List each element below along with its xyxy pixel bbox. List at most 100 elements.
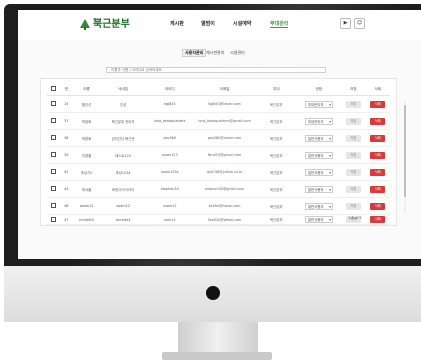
table-row: 47 Imrafet3 Imrafet3 sam13 Sse034@gmail.… [47, 214, 390, 225]
row-checkbox-cell[interactable] [47, 146, 60, 164]
cell-number: 39 [59, 146, 74, 164]
role-select[interactable]: 일반사용자 [304, 216, 333, 223]
row-checkbox-cell[interactable] [47, 197, 60, 215]
row-checkbox[interactable] [50, 101, 56, 106]
search-input[interactable] [106, 67, 326, 73]
table-row: 42 조상기2 조상1234 soam1234 jlp0748@yahoo.co… [47, 163, 390, 181]
row-checkbox[interactable] [50, 186, 56, 191]
save-button[interactable]: 저장 [345, 202, 361, 210]
role-select[interactable]: 일반사용자 [304, 168, 333, 176]
cell-delete: 삭제 [365, 197, 390, 215]
row-checkbox[interactable] [50, 216, 56, 222]
tab-facility-management[interactable]: 시설관리 [230, 50, 245, 56]
delete-button[interactable]: 삭제 [370, 216, 386, 223]
monitor-stand-base [162, 352, 272, 360]
role-select[interactable]: 일반사용자 [304, 151, 333, 159]
screen: KMSS 북근분부 게시판 앨범이 시설예약 부대관리 ▶ ☺ 사용자관리 게시… [18, 10, 421, 259]
table-scrollbar-thumb[interactable] [404, 105, 406, 197]
role-select[interactable]: 일반사용자 [304, 134, 333, 142]
cell-id: soam123 [146, 146, 194, 164]
cell-id: soam1234 [146, 163, 194, 181]
cell-number: 15 [59, 95, 74, 113]
nav-board[interactable]: 게시판 [170, 20, 184, 27]
cell-role: 일반사용자 [296, 197, 342, 215]
nav-unit-management[interactable]: 부대관리 [270, 20, 289, 28]
row-checkbox[interactable] [50, 135, 56, 140]
row-checkbox[interactable] [50, 169, 56, 174]
table-row: 43 최서율 버턴이이이이이 elephon30 elephon30@gmail… [47, 180, 390, 198]
delete-button[interactable]: 삭제 [370, 185, 386, 193]
row-checkbox-cell[interactable] [47, 214, 60, 225]
row-checkbox-cell[interactable] [47, 95, 60, 113]
cell-email: kgj843@naver.com [193, 95, 256, 113]
row-checkbox[interactable] [50, 118, 56, 123]
delete-button[interactable]: 삭제 [370, 100, 386, 108]
save-button[interactable]: 저장 [345, 100, 361, 108]
row-checkbox-cell[interactable] [47, 180, 60, 198]
save-button[interactable]: 저장 [345, 168, 361, 176]
delete-button[interactable]: 삭제 [370, 151, 386, 159]
cell-delete: 삭제 [365, 129, 390, 147]
user-table-card: 번 이름 닉네임 아이디 이메일 부대 권한 저장 삭제 15 황인선 인성 k… [40, 78, 406, 226]
tab-user-management[interactable]: 사용자관리 [182, 49, 207, 57]
cell-delete: 삭제 [365, 163, 390, 181]
role-select[interactable]: 부대관리자 [304, 100, 333, 108]
row-checkbox-cell[interactable] [47, 112, 60, 130]
cell-unit: 북근분부 [256, 214, 297, 225]
cell-role: 부대관리자 [296, 95, 342, 113]
cell-role: 부대관리자 [296, 112, 342, 130]
row-checkbox-cell[interactable] [47, 129, 60, 147]
save-button[interactable]: 저장 [345, 151, 361, 159]
select-all-checkbox[interactable] [50, 86, 56, 91]
column-header-role: 권한 [296, 83, 342, 96]
cell-email: pso380@naver.com [193, 129, 256, 147]
delete-button[interactable]: 삭제 [370, 117, 386, 125]
cell-email: elephon30@gmail.com [193, 180, 256, 198]
cell-email: kkhfm@naver.com [193, 197, 256, 215]
column-header-id: 아이디 [146, 83, 194, 96]
cell-delete: 삭제 [365, 180, 390, 198]
cell-role: 일반사용자 [296, 180, 342, 198]
table-row: 46 soam12 soam12 soam12 kkhfm@naver.com … [47, 197, 390, 215]
delete-button[interactable]: 삭제 [370, 134, 386, 142]
save-button[interactable]: 저장 [345, 185, 361, 193]
logo[interactable]: KMSS 북근분부 [80, 17, 130, 30]
row-checkbox[interactable] [50, 152, 56, 157]
nav-facility-reservation[interactable]: 시설예약 [233, 20, 251, 27]
cell-email: ivna_keadquarters@gmail.com [193, 112, 256, 130]
save-button[interactable]: 저장 [345, 117, 361, 125]
tab-board-management[interactable]: 게시판관리 [206, 50, 224, 56]
table-row: 15 황인선 인성 kgj843 kgj843@naver.com 북근분부 부… [47, 95, 390, 113]
nav-album[interactable]: 앨범이 [201, 20, 215, 27]
cell-save: 저장 [341, 180, 366, 198]
delete-button[interactable]: 삭제 [370, 202, 386, 210]
cell-unit: 북근분부 [256, 146, 297, 164]
row-checkbox-cell[interactable] [47, 163, 60, 181]
row-checkbox[interactable] [50, 203, 56, 208]
cell-delete: 삭제 [365, 112, 390, 130]
role-select[interactable]: 부대관리자 [304, 117, 333, 125]
cell-id: ivna_keadquarters [146, 112, 194, 130]
role-select[interactable]: 일반사용자 [304, 202, 333, 210]
arrow-right-icon[interactable]: ▶ [340, 18, 351, 29]
table-row: 39 지경룡 테스트123 soam123 Nm023@gmail.com 북근… [47, 146, 390, 164]
save-button[interactable]: 저장 [345, 134, 361, 142]
cell-nickname: 성지선다 북근관 [99, 129, 147, 147]
cell-name: 지경룡 [73, 146, 100, 164]
cell-email: Sse034@gmail.com [193, 214, 256, 225]
cell-unit: 북근분부 [256, 180, 297, 198]
chevron-right-icon[interactable]: › [385, 215, 387, 221]
delete-button[interactable]: 삭제 [370, 168, 386, 176]
chevron-left-icon[interactable]: ‹ [375, 215, 377, 221]
cell-role: 일반사용자 [296, 129, 342, 147]
cell-unit: 북근분부 [256, 163, 297, 181]
user-icon[interactable]: ☺ [354, 18, 365, 29]
cell-name: 박창희 [73, 129, 100, 147]
header-select-all[interactable] [47, 83, 60, 96]
logo-text: 북근분부 [93, 18, 130, 30]
cell-unit: 북근분부 [256, 95, 297, 113]
cell-delete: 삭제 [365, 95, 390, 113]
tree-logo-icon [80, 19, 90, 30]
role-select[interactable]: 일반사용자 [304, 185, 333, 193]
cell-unit: 북근분부 [256, 129, 297, 147]
